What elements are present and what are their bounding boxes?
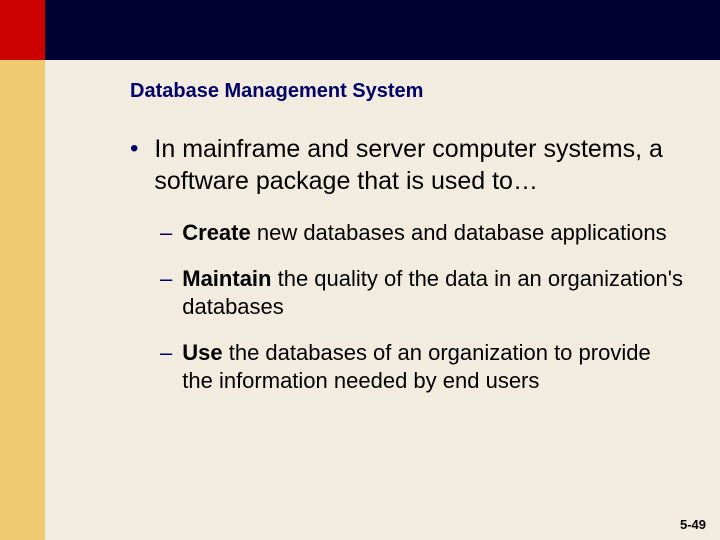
bullet-marker: • <box>130 133 138 165</box>
sub-bullet-text: Use the databases of an organization to … <box>182 339 685 395</box>
dash-marker: – <box>160 265 172 293</box>
slide-content: Database Management System • In mainfram… <box>45 60 720 433</box>
sub-bullet-rest: the databases of an organization to prov… <box>182 340 650 393</box>
sub-bullet-0: – Create new databases and database appl… <box>160 219 685 247</box>
main-bullet: • In mainframe and server computer syste… <box>130 133 685 197</box>
page-number: 5-49 <box>680 517 706 532</box>
left-bar-accent <box>0 0 45 60</box>
dash-marker: – <box>160 339 172 367</box>
sub-bullet-bold: Create <box>182 220 250 245</box>
sub-bullet-bold: Use <box>182 340 222 365</box>
sub-bullet-rest: new databases and database applications <box>251 220 667 245</box>
sub-bullet-1: – Maintain the quality of the data in an… <box>160 265 685 321</box>
top-bar <box>0 0 720 60</box>
main-bullet-text: In mainframe and server computer systems… <box>154 133 685 197</box>
dash-marker: – <box>160 219 172 247</box>
sub-bullet-bold: Maintain <box>182 266 271 291</box>
left-bar-bg <box>0 60 45 540</box>
sub-bullet-2: – Use the databases of an organization t… <box>160 339 685 395</box>
left-bar <box>0 0 45 540</box>
sub-bullet-text: Maintain the quality of the data in an o… <box>182 265 685 321</box>
slide-title: Database Management System <box>130 80 685 103</box>
sub-bullet-text: Create new databases and database applic… <box>182 219 666 247</box>
